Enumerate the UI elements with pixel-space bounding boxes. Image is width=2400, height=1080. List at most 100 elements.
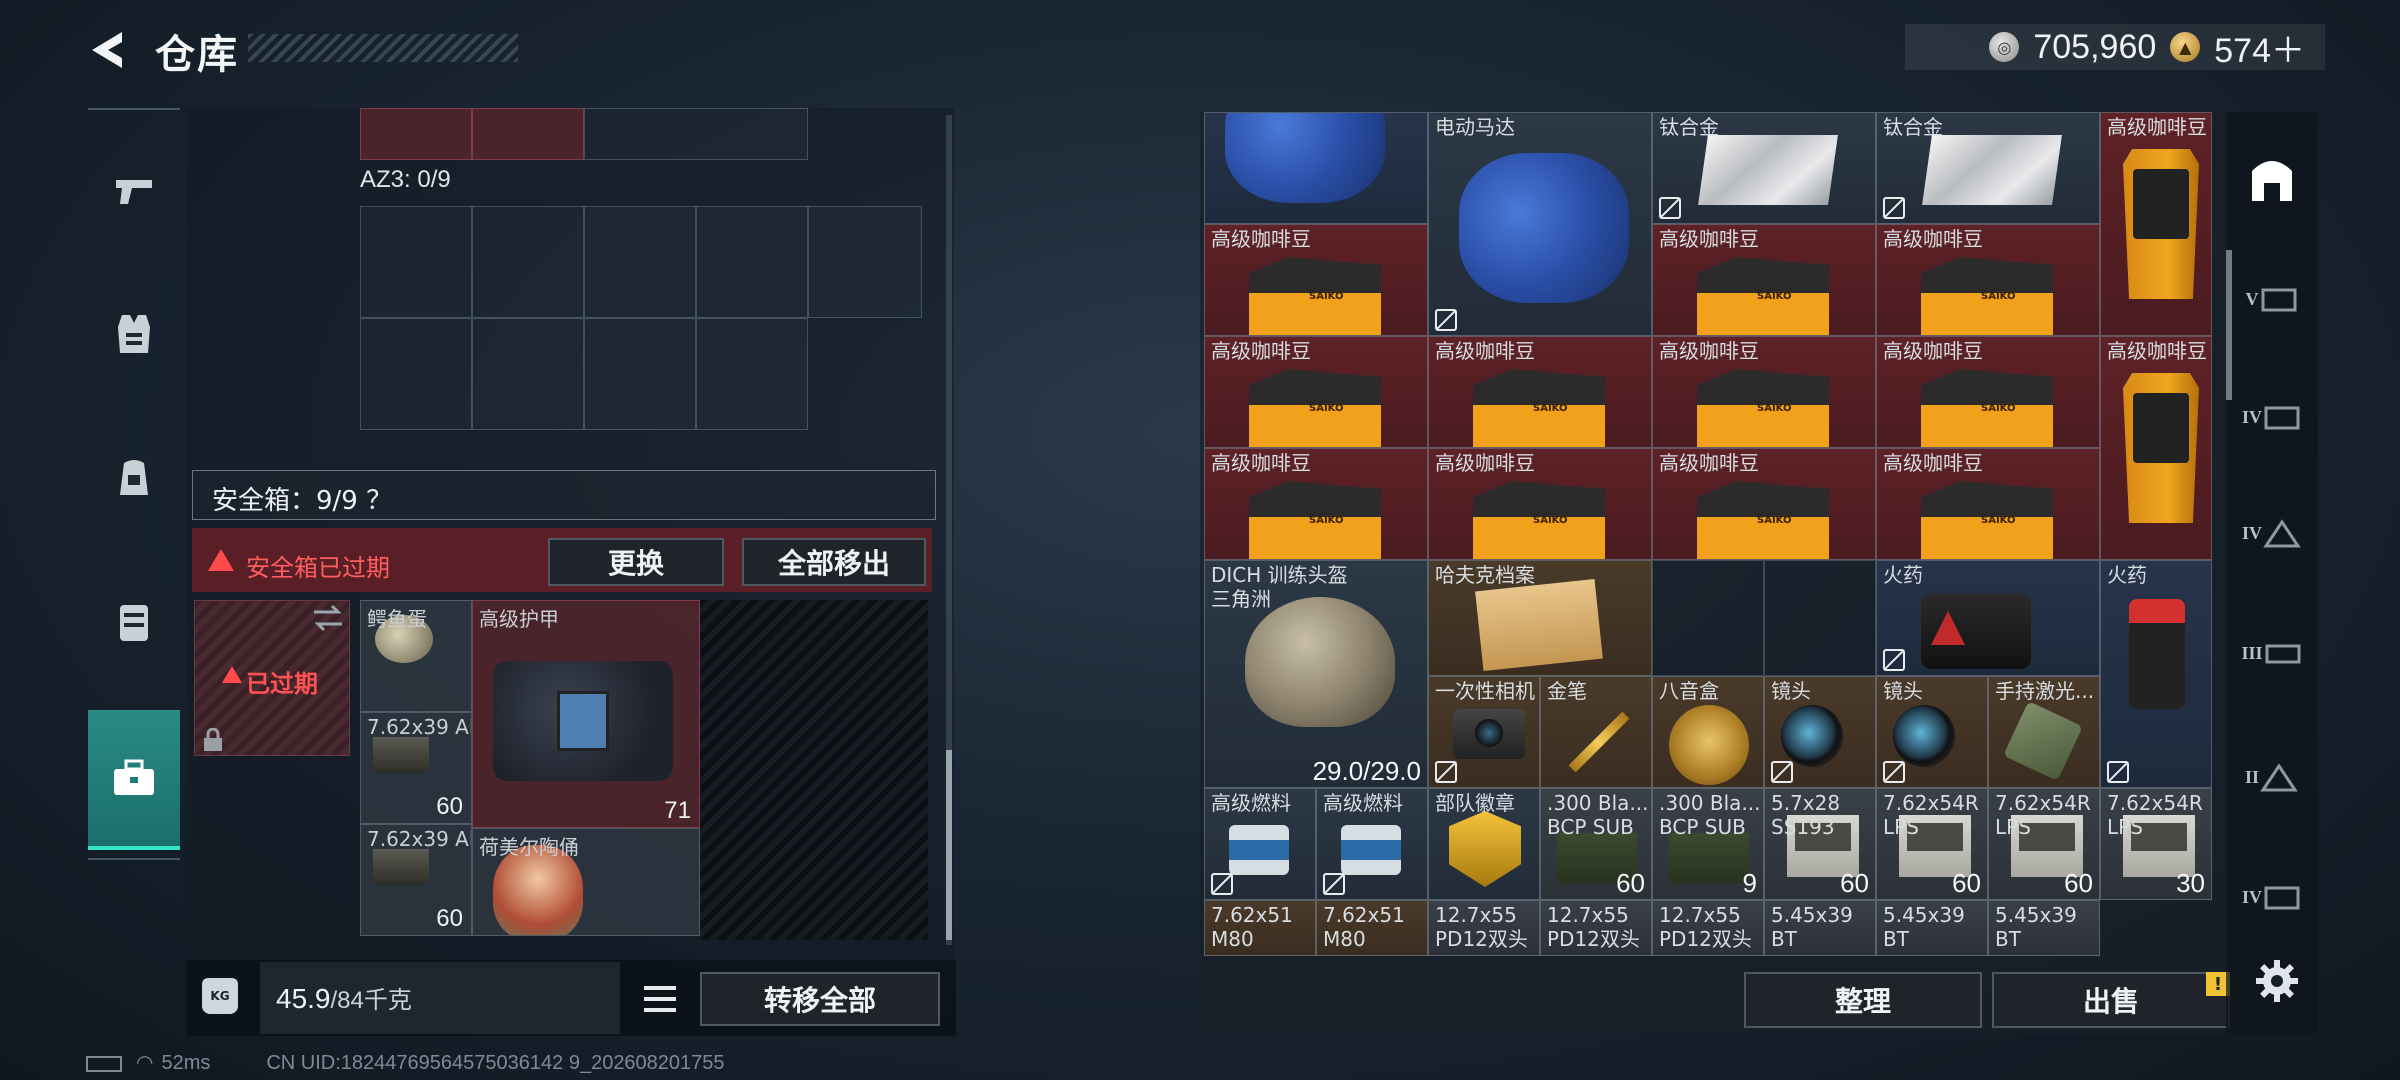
stash-item[interactable]: 高级咖啡豆	[1876, 448, 2100, 560]
stash-item[interactable]: 金笔	[1540, 676, 1652, 788]
stash-tab-tier-iii[interactable]: III	[2234, 618, 2310, 688]
nav-backpack[interactable]	[88, 432, 180, 524]
stash-item[interactable]: 镜头	[1876, 676, 1988, 788]
stash-item[interactable]: 高级咖啡豆	[1876, 224, 2100, 336]
item-name: 部队徽章	[1435, 791, 1515, 815]
item-name: 5.45x39 BT	[1771, 903, 1853, 951]
sell-button[interactable]: 出售	[1992, 972, 2230, 1028]
stash-item[interactable]: .300 Bla... BCP SUB 9	[1652, 788, 1764, 900]
stash-item[interactable]: 高级咖啡豆	[1876, 336, 2100, 448]
gold-currency-value[interactable]: 574＋	[2214, 23, 2305, 72]
stash-scrollbar-thumb[interactable]	[2226, 250, 2232, 400]
back-button[interactable]	[84, 24, 132, 76]
item-name: 高级咖啡豆	[1435, 339, 1535, 363]
inventory-item[interactable]: 7.62x39 AP 60	[360, 824, 472, 936]
left-scrollbar-thumb[interactable]	[946, 750, 952, 940]
sort-button[interactable]: 整理	[1744, 972, 1982, 1028]
grid-slot[interactable]	[696, 318, 808, 430]
stash-item[interactable]: 5.45x39 BT	[1764, 900, 1876, 956]
gold-coin-icon: ▲	[2170, 32, 2201, 62]
gunpowder-icon	[1921, 593, 2031, 669]
inventory-item[interactable]: 高级护甲 71	[472, 600, 700, 828]
stash-item[interactable]: 高级咖啡豆	[2100, 336, 2212, 560]
stash-tab-tier-iv-c[interactable]: IV	[2234, 862, 2310, 932]
stash-item[interactable]: 高级燃料	[1316, 788, 1428, 900]
grid-slot[interactable]	[696, 206, 808, 318]
stash-item[interactable]: 电动马达	[1428, 112, 1652, 336]
grid-slot[interactable]	[472, 206, 584, 318]
stash-item[interactable]: 7.62x54R LPS 60	[1988, 788, 2100, 900]
swap-icon[interactable]	[312, 604, 344, 632]
grid-slot[interactable]	[584, 318, 696, 430]
nav-weapons[interactable]	[88, 144, 180, 236]
remove-all-button[interactable]: 全部移出	[742, 538, 926, 586]
empty-slot[interactable]	[1652, 560, 1764, 676]
safebox-capacity-label[interactable]: 安全箱：9/9 ？	[212, 480, 392, 517]
nav-rig[interactable]	[88, 576, 180, 668]
stash-item[interactable]: 高级咖啡豆	[1204, 224, 1428, 336]
stash-item[interactable]: 钛合金	[1876, 112, 2100, 224]
stash-item[interactable]: 高级燃料	[1204, 788, 1316, 900]
nav-secure-container[interactable]	[88, 710, 180, 850]
stash-item[interactable]: 5.7x28 SS193 60	[1764, 788, 1876, 900]
transfer-all-button[interactable]: 转移全部	[700, 972, 940, 1026]
stash-item[interactable]	[1204, 112, 1428, 224]
stash-item[interactable]: 高级咖啡豆	[1428, 448, 1652, 560]
stash-item[interactable]: 7.62x51 M80	[1204, 900, 1316, 956]
coffee-bag-icon	[1473, 369, 1605, 447]
inventory-item[interactable]: 7.62x39 AP 60	[360, 712, 472, 824]
stash-item[interactable]: 12.7x55 PD12双头	[1652, 900, 1764, 956]
stash-item[interactable]: 镜头	[1764, 676, 1876, 788]
stash-item[interactable]: 7.62x54R LPS 60	[1876, 788, 1988, 900]
partial-item-tile[interactable]	[360, 108, 472, 160]
grid-slot[interactable]	[360, 318, 472, 430]
stash-item[interactable]: 高级咖啡豆	[1652, 336, 1876, 448]
stash-item[interactable]: 12.7x55 PD12双头	[1428, 900, 1540, 956]
inventory-item[interactable]: 荷美尔陶俑	[472, 828, 700, 936]
stash-item[interactable]: 高级咖啡豆	[1652, 448, 1876, 560]
stash-item[interactable]: 5.45x39 BT	[1876, 900, 1988, 956]
replace-button[interactable]: 更换	[548, 538, 724, 586]
page-title: 仓库	[155, 32, 239, 78]
grid-slot[interactable]	[584, 108, 808, 160]
stash-tab-tier-v[interactable]: V	[2234, 264, 2310, 334]
stash-item[interactable]: 高级咖啡豆	[2100, 112, 2212, 336]
stash-item[interactable]: 哈夫克档案	[1428, 560, 1652, 676]
stash-item[interactable]: 高级咖啡豆	[1652, 224, 1876, 336]
stash-item[interactable]: 高级咖啡豆	[1204, 336, 1428, 448]
list-view-button[interactable]	[640, 980, 680, 1018]
stash-tab-tier-iv-a[interactable]: IV	[2234, 382, 2310, 452]
grid-slot[interactable]	[360, 206, 472, 318]
gold-pen-icon	[1568, 711, 1630, 773]
grid-slot[interactable]	[808, 206, 922, 318]
item-durability: 71	[664, 797, 691, 824]
stash-tab-all[interactable]	[2234, 144, 2310, 214]
stash-item[interactable]: 手持激光...	[1988, 676, 2100, 788]
stash-item[interactable]: 高级咖啡豆	[1428, 336, 1652, 448]
stash-item[interactable]: 高级咖啡豆	[1204, 448, 1428, 560]
settings-button[interactable]	[2252, 956, 2302, 1006]
stash-item[interactable]: 火药	[2100, 560, 2212, 788]
uid-text: CN UID:18244769564575036142 9_2026082017…	[266, 1052, 725, 1074]
stash-item[interactable]: DICH 训练头盔 三角洲 29.0/29.0	[1204, 560, 1428, 788]
stash-item[interactable]: .300 Bla... BCP SUB 60	[1540, 788, 1652, 900]
stash-item[interactable]: 八音盒	[1652, 676, 1764, 788]
nav-armor[interactable]	[88, 288, 180, 380]
stash-item[interactable]: 7.62x51 M80	[1316, 900, 1428, 956]
item-name: 哈夫克档案	[1435, 563, 1535, 587]
stash-item[interactable]: 12.7x55 PD12双头	[1540, 900, 1652, 956]
grid-slot[interactable]	[472, 318, 584, 430]
stash-item[interactable]: 钛合金	[1652, 112, 1876, 224]
silver-coin-icon: ◎	[1989, 32, 2020, 62]
inventory-item[interactable]: 鳄鱼蛋	[360, 600, 472, 712]
stash-tab-tier-ii[interactable]: II	[2234, 742, 2310, 812]
stash-item[interactable]: 部队徽章	[1428, 788, 1540, 900]
stash-item[interactable]: 火药	[1876, 560, 2100, 676]
stash-item[interactable]: 5.45x39 BT	[1988, 900, 2100, 956]
partial-item-tile[interactable]	[472, 108, 584, 160]
stash-tab-tier-iv-b[interactable]: IV	[2234, 498, 2310, 568]
grid-slot[interactable]	[584, 206, 696, 318]
stash-item[interactable]: 一次性相机	[1428, 676, 1540, 788]
stash-item[interactable]: 7.62x54R LPS 30	[2100, 788, 2212, 900]
empty-slot[interactable]	[1764, 560, 1876, 676]
